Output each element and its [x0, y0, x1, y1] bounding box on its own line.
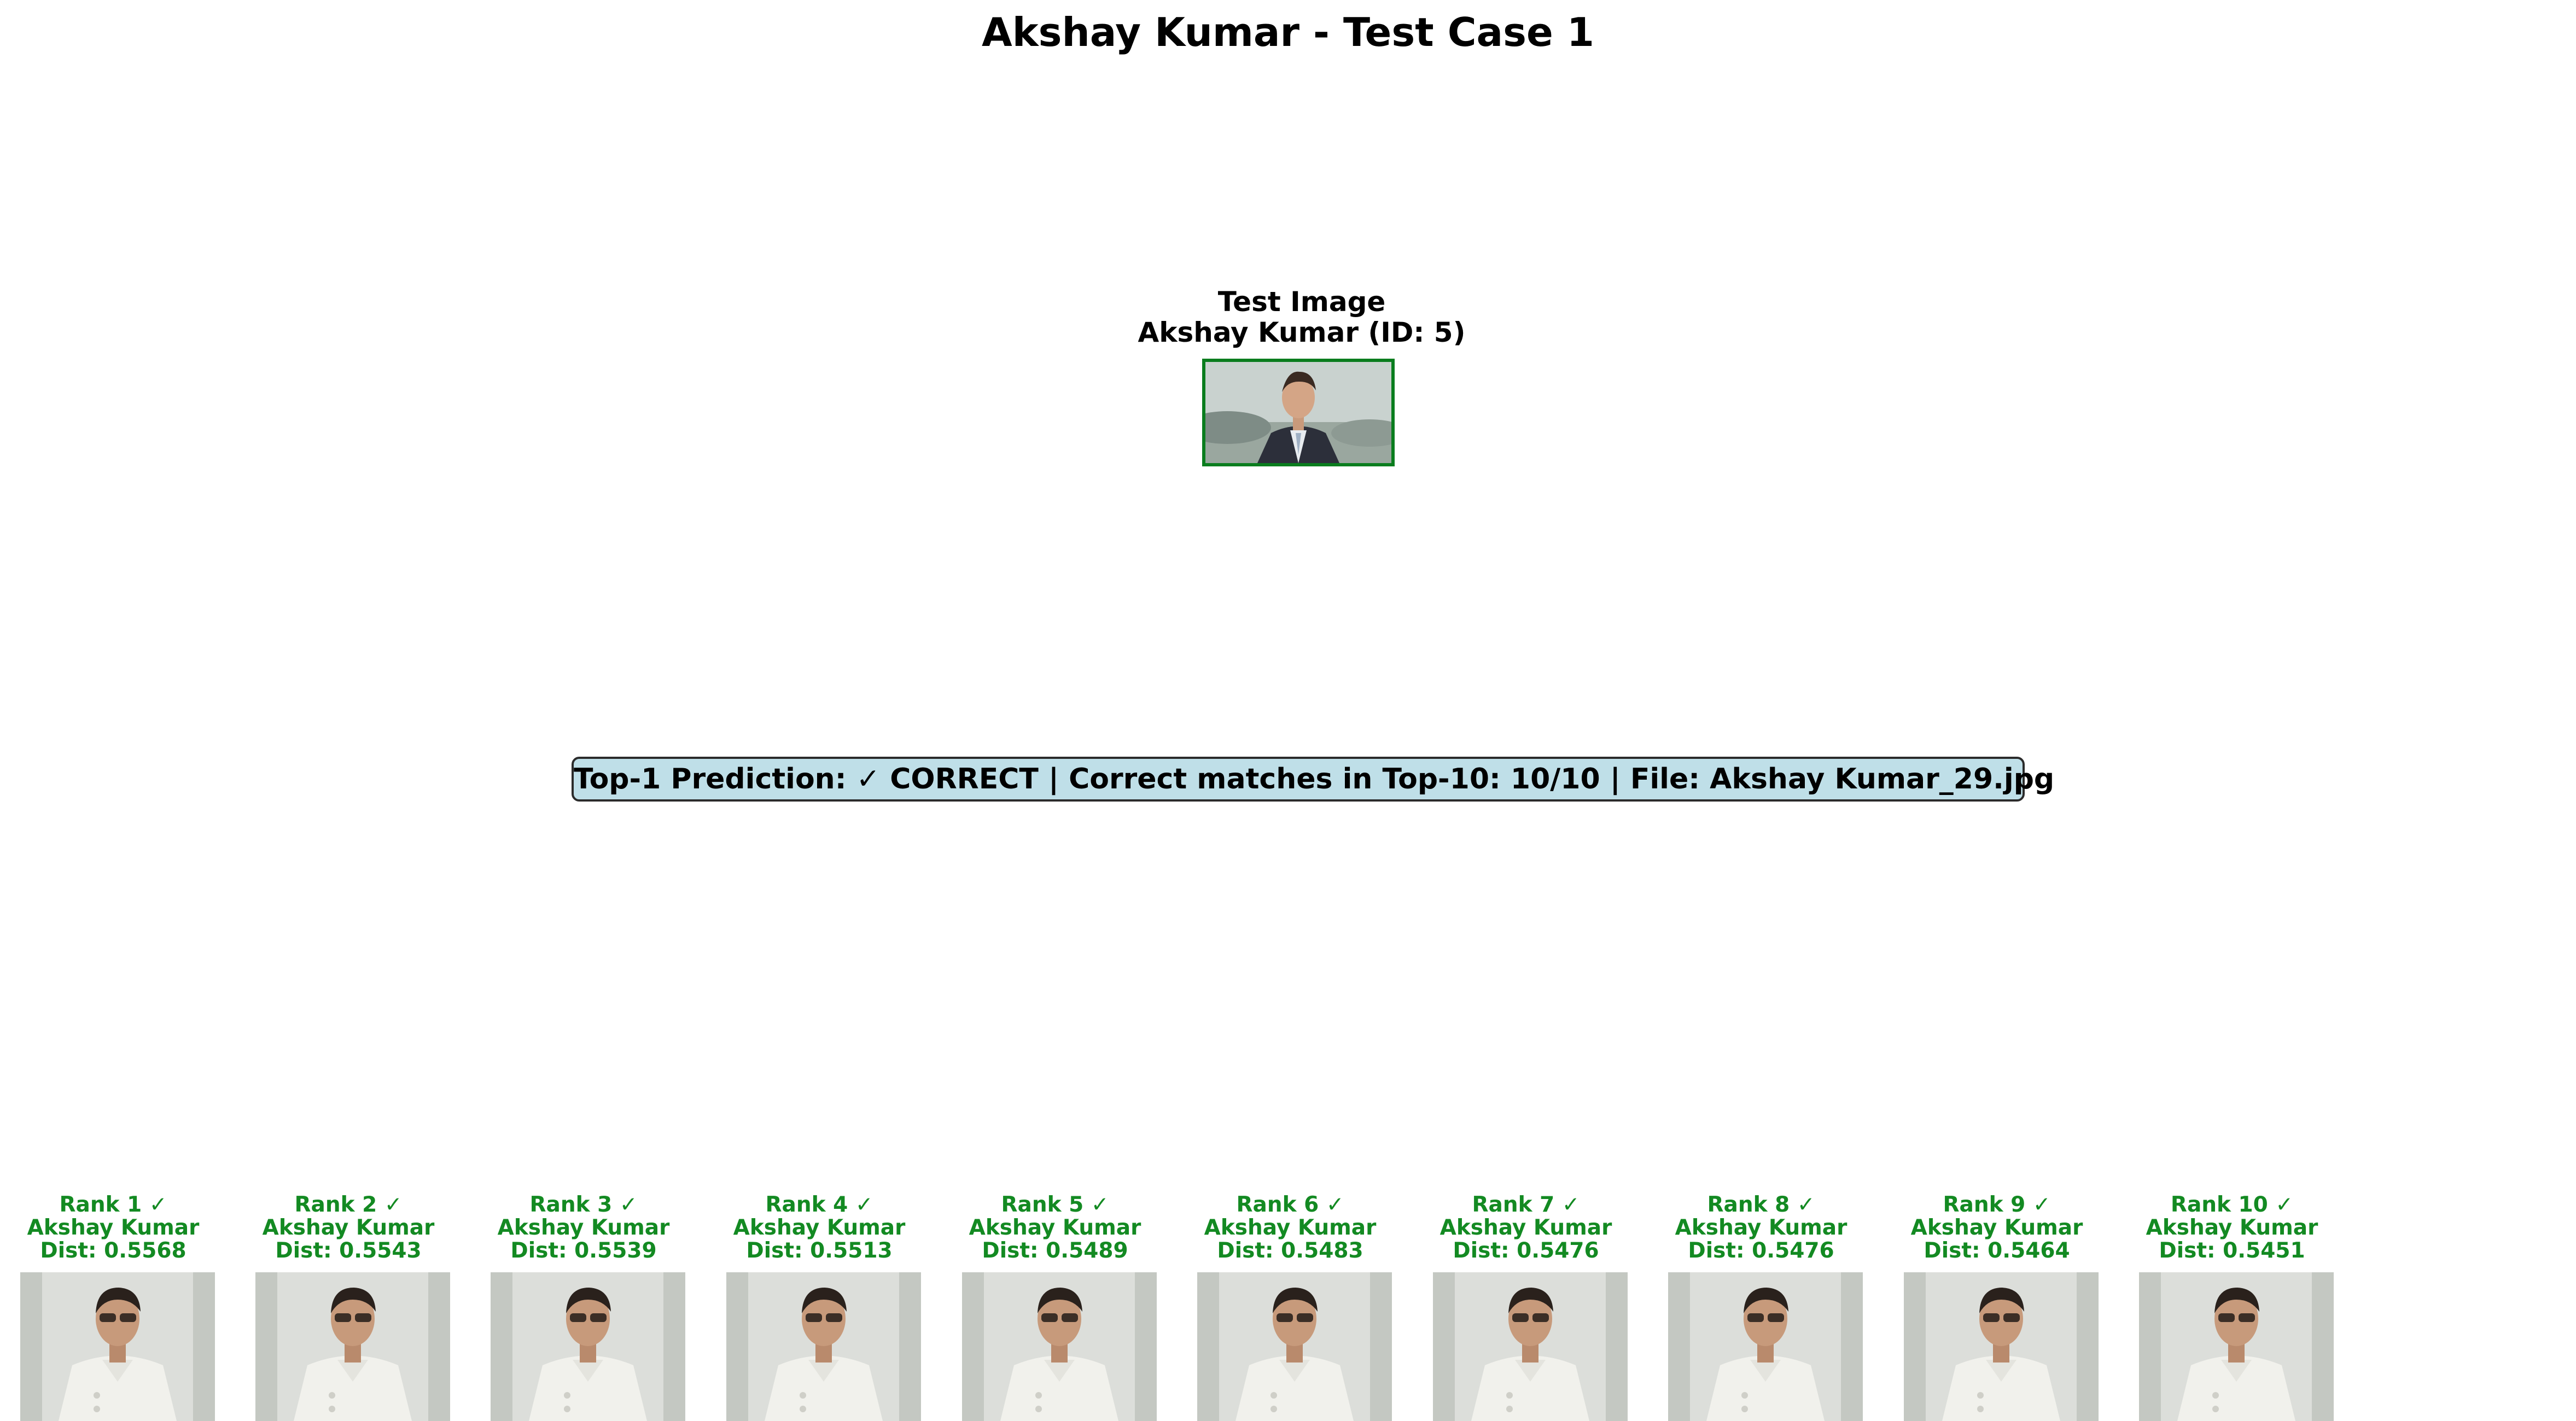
test-image — [1202, 359, 1395, 466]
person-photo-icon — [1205, 362, 1391, 463]
match-card-4: Rank 4 ✓ Akshay Kumar Dist: 0.5513 — [699, 1192, 940, 1421]
person-photo-icon — [255, 1272, 450, 1421]
match-distance: Dist: 0.5539 — [510, 1238, 657, 1263]
match-name: Akshay Kumar — [733, 1215, 906, 1240]
match-rank: Rank 10 ✓ — [2170, 1192, 2294, 1217]
match-name: Akshay Kumar — [2146, 1215, 2318, 1240]
match-card-9: Rank 9 ✓ Akshay Kumar Dist: 0.5464 — [1876, 1192, 2117, 1421]
match-rank: Rank 8 ✓ — [1707, 1192, 1815, 1217]
match-card-7: Rank 7 ✓ Akshay Kumar Dist: 0.5476 — [1406, 1192, 1646, 1421]
person-photo-icon — [962, 1272, 1157, 1421]
match-card-8: Rank 8 ✓ Akshay Kumar Dist: 0.5476 — [1641, 1192, 1881, 1421]
person-photo-icon — [1433, 1272, 1628, 1421]
person-photo-icon — [1197, 1272, 1392, 1421]
match-name: Akshay Kumar — [497, 1215, 670, 1240]
person-photo-icon — [1668, 1272, 1863, 1421]
match-rank: Rank 9 ✓ — [1943, 1192, 2051, 1217]
match-name: Akshay Kumar — [969, 1215, 1141, 1240]
match-card-10: Rank 10 ✓ Akshay Kumar Dist: 0.5451 — [2112, 1192, 2352, 1421]
match-image — [20, 1272, 215, 1421]
match-distance: Dist: 0.5513 — [746, 1238, 893, 1263]
person-photo-icon — [491, 1272, 685, 1421]
match-card-5: Rank 5 ✓ Akshay Kumar Dist: 0.5489 — [935, 1192, 1175, 1421]
match-distance: Dist: 0.5489 — [982, 1238, 1128, 1263]
match-rank: Rank 5 ✓ — [1001, 1192, 1109, 1217]
test-image-title: Test Image Akshay Kumar (ID: 5) — [1028, 286, 1575, 348]
page-title: Akshay Kumar - Test Case 1 — [981, 9, 1594, 55]
match-image — [1433, 1272, 1628, 1421]
person-photo-icon — [1904, 1272, 2099, 1421]
test-image-subject: Akshay Kumar (ID: 5) — [1138, 317, 1466, 348]
match-distance: Dist: 0.5543 — [275, 1238, 422, 1263]
person-photo-icon — [2139, 1272, 2334, 1421]
prediction-summary: Top-1 Prediction: ✓ CORRECT | Correct ma… — [572, 757, 2054, 802]
match-distance: Dist: 0.5464 — [1924, 1238, 2070, 1263]
match-distance: Dist: 0.5476 — [1453, 1238, 1599, 1263]
match-distance: Dist: 0.5568 — [40, 1238, 187, 1263]
match-name: Akshay Kumar — [1675, 1215, 1848, 1240]
match-rank: Rank 2 ✓ — [294, 1192, 403, 1217]
match-card-2: Rank 2 ✓ Akshay Kumar Dist: 0.5543 — [228, 1192, 469, 1421]
match-image — [491, 1272, 685, 1421]
match-card-6: Rank 6 ✓ Akshay Kumar Dist: 0.5483 — [1170, 1192, 1411, 1421]
person-photo-icon — [726, 1272, 921, 1421]
match-name: Akshay Kumar — [1439, 1215, 1612, 1240]
match-rank: Rank 4 ✓ — [765, 1192, 873, 1217]
match-image — [255, 1272, 450, 1421]
match-name: Akshay Kumar — [1204, 1215, 1377, 1240]
match-rank: Rank 3 ✓ — [529, 1192, 638, 1217]
match-name: Akshay Kumar — [27, 1215, 200, 1240]
match-rank: Rank 6 ✓ — [1236, 1192, 1344, 1217]
match-rank: Rank 1 ✓ — [59, 1192, 167, 1217]
match-distance: Dist: 0.5451 — [2159, 1238, 2305, 1263]
match-distance: Dist: 0.5483 — [1217, 1238, 1363, 1263]
match-image — [1904, 1272, 2099, 1421]
test-image-heading: Test Image — [1217, 286, 1386, 318]
match-image — [2139, 1272, 2334, 1421]
match-distance: Dist: 0.5476 — [1688, 1238, 1834, 1263]
match-image — [1668, 1272, 1863, 1421]
match-name: Akshay Kumar — [1910, 1215, 2083, 1240]
match-image — [726, 1272, 921, 1421]
match-card-3: Rank 3 ✓ Akshay Kumar Dist: 0.5539 — [463, 1192, 704, 1421]
match-card-1: Rank 1 ✓ Akshay Kumar Dist: 0.5568 — [0, 1192, 234, 1421]
match-name: Akshay Kumar — [262, 1215, 435, 1240]
match-image — [1197, 1272, 1392, 1421]
person-photo-icon — [20, 1272, 215, 1421]
match-image — [962, 1272, 1157, 1421]
match-rank: Rank 7 ✓ — [1472, 1192, 1580, 1217]
